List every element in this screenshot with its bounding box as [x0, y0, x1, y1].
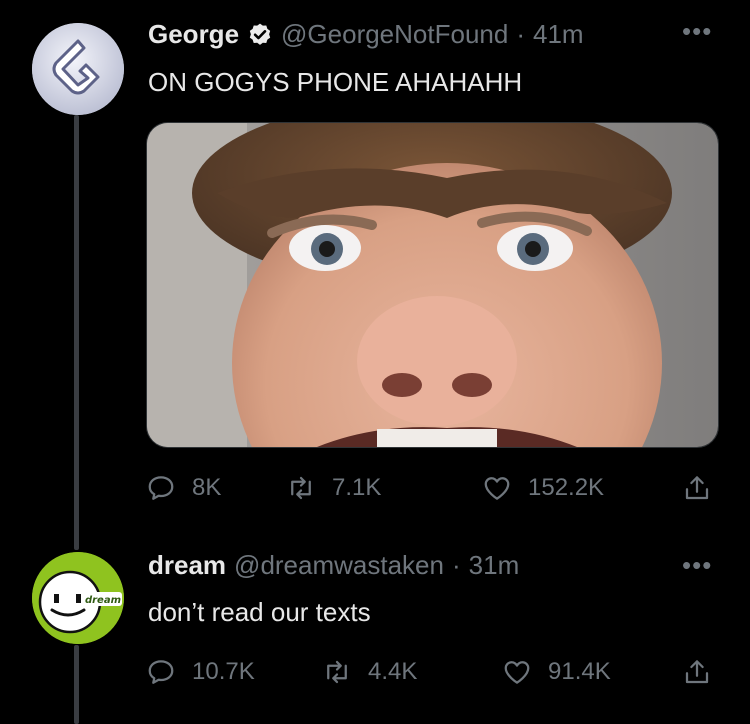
thread-line-top	[74, 115, 79, 550]
reply-author-name[interactable]: dream	[148, 550, 226, 581]
tweet-text: ON GOGYS PHONE AHAHAHH	[148, 67, 523, 97]
separator-dot: ·	[516, 19, 525, 49]
reply-retweet-count: 4.4K	[368, 658, 418, 685]
reply-count: 8K	[192, 474, 222, 501]
author-name[interactable]: George	[148, 19, 239, 50]
dream-avatar-label: dream	[85, 595, 121, 606]
share-button[interactable]	[682, 468, 712, 508]
timestamp[interactable]: 41m	[533, 19, 584, 50]
share-icon	[685, 476, 709, 500]
verified-badge-icon	[247, 22, 273, 48]
reply-separator-dot: ·	[451, 550, 461, 580]
tweet-header: George @GeorgeNotFound · 41m	[148, 19, 584, 50]
dream-mask-icon: dream	[32, 552, 124, 644]
like-button[interactable]: 152.2K	[482, 468, 604, 508]
like-count: 152.2K	[528, 474, 605, 501]
avatar[interactable]	[32, 23, 124, 115]
heart-icon	[504, 661, 530, 684]
reply-reply-button[interactable]: 10.7K	[146, 652, 255, 692]
reply-button[interactable]: 8K	[146, 468, 221, 508]
reply-author-handle[interactable]: @dreamwastaken	[234, 550, 444, 581]
heart-icon	[484, 477, 510, 500]
retweet-button[interactable]: 7.1K	[286, 468, 381, 508]
tweet-actions: 8K 7.1K 152.2K	[146, 468, 716, 508]
reply-header: dream @dreamwastaken · 31m	[148, 550, 519, 581]
retweet-icon	[291, 476, 311, 500]
reply-icon	[148, 660, 174, 684]
reply-text: don’t read our texts	[148, 597, 371, 627]
share-icon	[685, 660, 709, 684]
reply-timestamp[interactable]: 31m	[469, 550, 520, 581]
reply-icon	[148, 476, 174, 500]
reply-actions: 10.7K 4.4K 91.4K	[146, 652, 716, 692]
author-handle[interactable]: @GeorgeNotFound	[281, 19, 508, 50]
reply-share-button[interactable]	[682, 652, 712, 692]
george-logo-icon	[32, 23, 124, 115]
reply-like-count: 91.4K	[548, 658, 611, 685]
photo-image	[147, 123, 718, 447]
retweet-icon	[327, 660, 347, 684]
retweet-count: 7.1K	[332, 474, 382, 501]
reply-more-options-icon[interactable]: •••	[682, 550, 712, 581]
reply-avatar[interactable]: dream	[32, 552, 124, 644]
reply-reply-count: 10.7K	[192, 658, 255, 685]
thread-line-bottom	[74, 645, 79, 724]
more-options-icon[interactable]: •••	[682, 16, 712, 47]
tweet-photo[interactable]	[146, 122, 719, 448]
reply-like-button[interactable]: 91.4K	[502, 652, 611, 692]
reply-retweet-button[interactable]: 4.4K	[322, 652, 417, 692]
